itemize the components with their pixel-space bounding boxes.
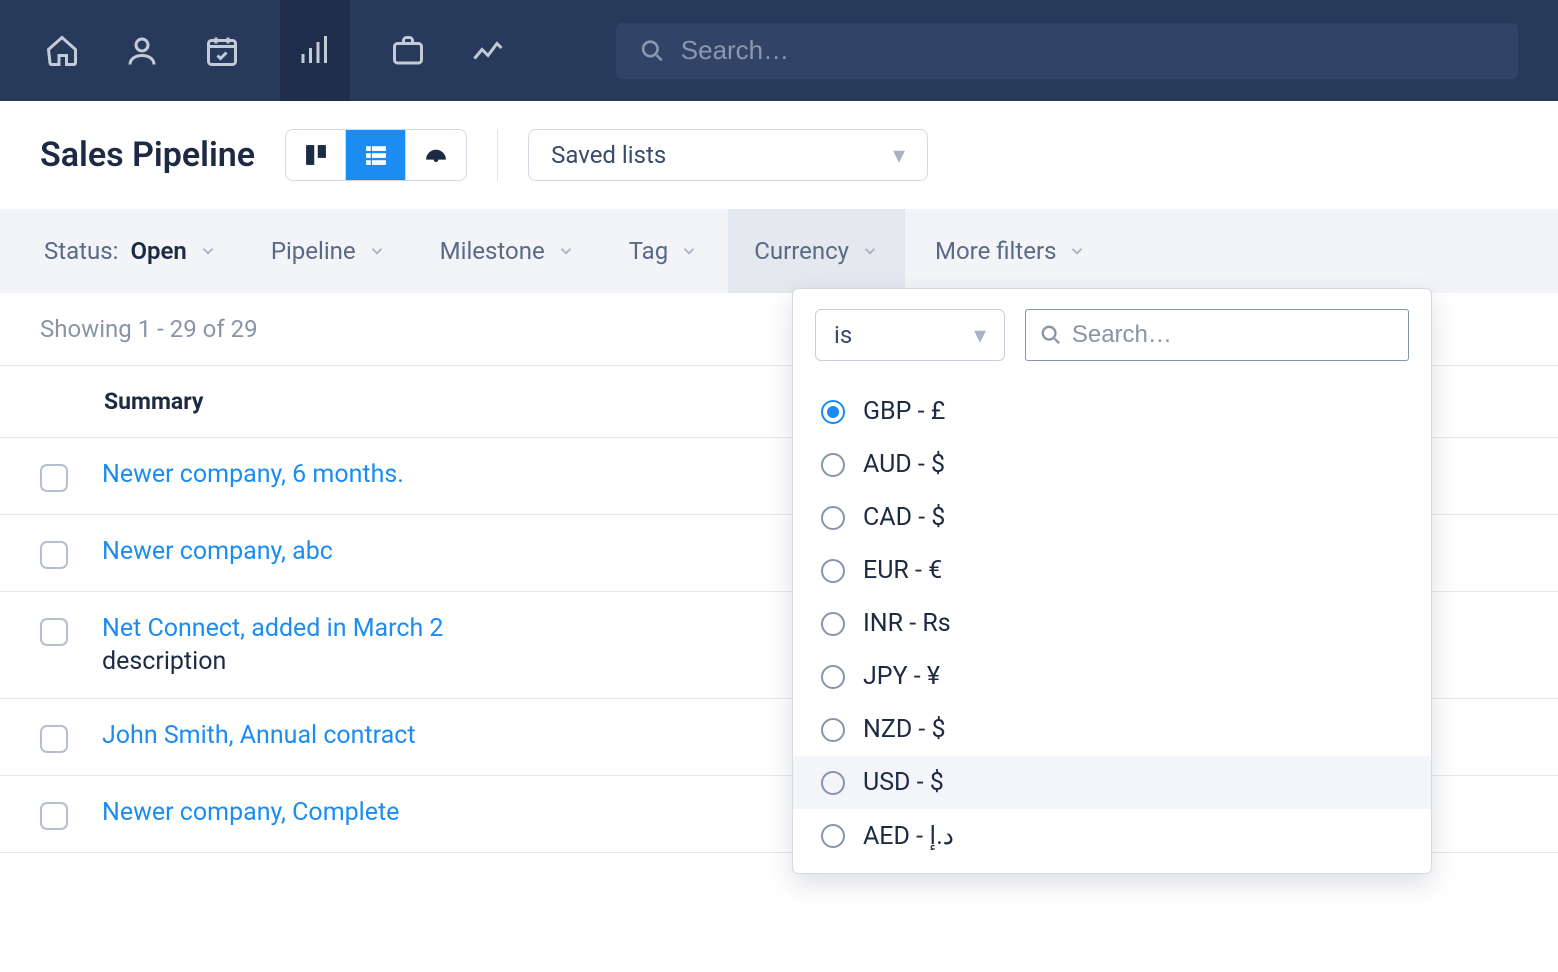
row-summary: Newer company, 6 months. [102,460,404,489]
chevron-down-icon [1068,242,1086,260]
row-checkbox[interactable] [40,618,68,646]
person-icon[interactable] [120,29,164,73]
filter-currency[interactable]: Currency [728,209,905,293]
row-link[interactable]: John Smith, Annual contract [102,721,416,750]
caret-down-icon: ▾ [893,141,905,169]
chevron-down-icon [368,242,386,260]
row-link[interactable]: Net Connect, added in March 2 [102,614,443,643]
home-icon[interactable] [40,29,84,73]
radio-icon [821,824,845,848]
filter-milestone-label: Milestone [440,237,545,265]
filter-status[interactable]: Status: Open [40,209,221,293]
global-search-input[interactable] [681,35,1494,66]
filter-more-label: More filters [935,237,1056,265]
radio-icon [821,718,845,742]
currency-option-label: CAD - $ [863,503,945,532]
global-search-wrap [616,23,1518,79]
filter-status-value: Open [130,237,186,265]
row-checkbox[interactable] [40,464,68,492]
row-summary: Newer company, Complete [102,798,399,827]
currency-option[interactable]: NZD - $ [793,703,1431,756]
filter-pipeline[interactable]: Pipeline [267,209,390,293]
chevron-down-icon [861,242,879,260]
currency-operator-value: is [834,321,852,349]
currency-option-label: EUR - € [863,556,942,585]
filter-bar: Status: Open Pipeline Milestone Tag Curr… [0,209,1558,293]
radio-icon [821,559,845,583]
currency-option[interactable]: AUD - $ [793,438,1431,491]
row-checkbox[interactable] [40,725,68,753]
row-summary: John Smith, Annual contract [102,721,416,750]
currency-option-label: GBP - £ [863,397,945,426]
calendar-check-icon[interactable] [200,29,244,73]
currency-option[interactable]: JPY - ¥ [793,650,1431,703]
radio-icon [821,612,845,636]
currency-option[interactable]: CAD - $ [793,491,1431,544]
caret-down-icon: ▾ [974,321,986,349]
global-search[interactable] [616,23,1518,79]
filter-status-label: Status: [44,237,118,265]
currency-option-label: AUD - $ [863,450,945,479]
currency-option[interactable]: GBP - £ [793,385,1431,438]
currency-options-list: GBP - £ AUD - $ CAD - $ EUR - € INR - Rs JPY … [793,381,1431,867]
radio-icon [821,400,845,424]
row-checkbox[interactable] [40,541,68,569]
divider [497,129,498,181]
briefcase-icon[interactable] [386,29,430,73]
currency-search[interactable] [1025,309,1409,361]
row-summary: Newer company, abc [102,537,333,566]
top-nav [0,0,1558,101]
filter-tag[interactable]: Tag [625,209,703,293]
view-toggle [285,129,467,181]
radio-icon [821,453,845,477]
currency-option[interactable]: USD - $ [793,756,1431,809]
row-checkbox[interactable] [40,802,68,830]
chevron-down-icon [199,242,217,260]
page-title: Sales Pipeline [40,135,255,175]
currency-operator-select[interactable]: is ▾ [815,309,1005,361]
filter-tag-label: Tag [629,237,669,265]
currency-option[interactable]: AED - د.إ [793,809,1431,863]
page-header: Sales Pipeline Saved lists ▾ [0,101,1558,209]
saved-lists-dropdown[interactable]: Saved lists ▾ [528,129,928,181]
bar-chart-icon[interactable] [280,0,350,101]
currency-search-input[interactable] [1072,321,1394,349]
saved-lists-label: Saved lists [551,141,666,169]
currency-option-label: AED - د.إ [863,821,954,851]
radio-icon [821,771,845,795]
currency-option-label: INR - Rs [863,609,951,638]
view-list-button[interactable] [346,130,406,180]
chevron-down-icon [557,242,575,260]
currency-option-label: USD - $ [863,768,944,797]
currency-dropdown-panel: is ▾ GBP - £ AUD - $ CAD - $ EUR - € INR - R… [792,288,1432,874]
trend-line-icon[interactable] [466,29,510,73]
view-dashboard-button[interactable] [406,130,466,180]
currency-option[interactable]: EUR - € [793,544,1431,597]
radio-icon [821,506,845,530]
row-subtext: description [102,647,443,676]
chevron-down-icon [680,242,698,260]
row-link[interactable]: Newer company, Complete [102,798,399,827]
filter-more[interactable]: More filters [931,209,1090,293]
currency-option-label: JPY - ¥ [863,662,940,691]
row-link[interactable]: Newer company, abc [102,537,333,566]
row-summary: Net Connect, added in March 2 description [102,614,443,676]
view-board-button[interactable] [286,130,346,180]
currency-option-label: NZD - $ [863,715,946,744]
filter-milestone[interactable]: Milestone [436,209,579,293]
currency-option[interactable]: INR - Rs [793,597,1431,650]
row-link[interactable]: Newer company, 6 months. [102,460,404,489]
filter-currency-label: Currency [754,237,849,265]
radio-icon [821,665,845,689]
filter-pipeline-label: Pipeline [271,237,356,265]
